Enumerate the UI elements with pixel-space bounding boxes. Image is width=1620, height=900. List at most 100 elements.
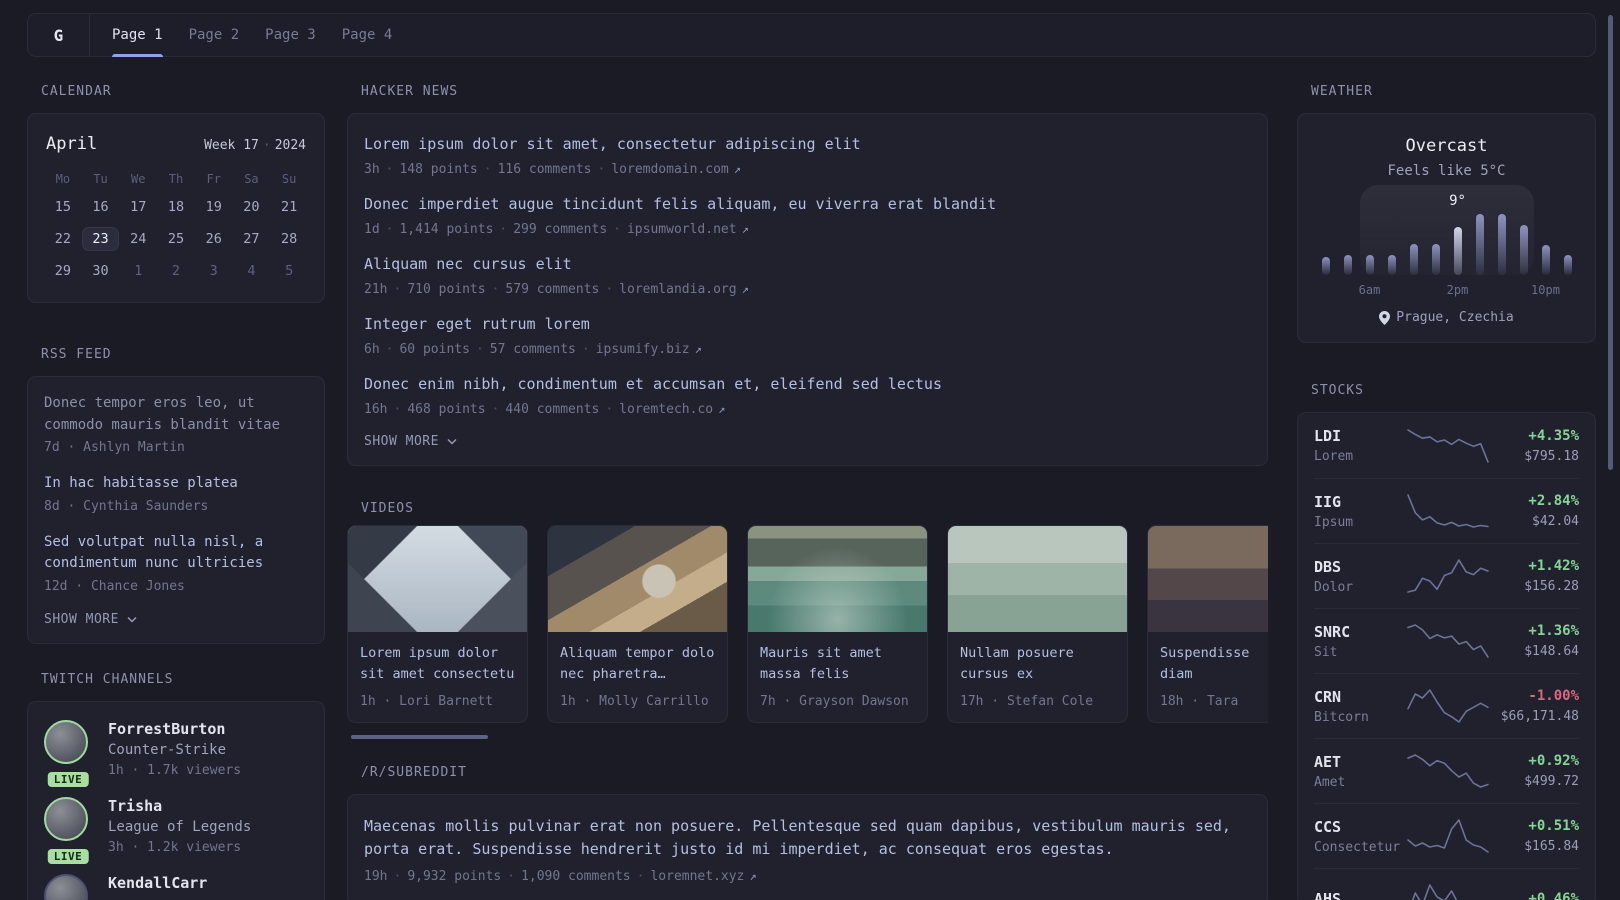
nav-tab-page-4[interactable]: Page 4 [342,14,393,56]
stock-symbol: AHS [1314,890,1342,900]
item-comments: 1,090 comments [521,869,631,884]
show-more-button[interactable]: SHOW MORE [44,612,308,627]
video-title: Lorem ipsum dolor [360,645,499,661]
stock-chart-cell [1406,493,1490,529]
item-comments: 299 comments [513,222,608,237]
stock-row[interactable]: AHS +0.46% [1314,868,1579,900]
avatar: LIVE [44,719,92,787]
stock-row[interactable]: SNRC Sit +1.36% $148.64 [1314,608,1579,673]
item-domain-link[interactable]: loremtech.co ↗ [619,402,725,417]
item-age: 6h [364,342,380,357]
nav-tab-page-3[interactable]: Page 3 [265,14,316,56]
stock-values: +0.92% $499.72 [1490,753,1579,789]
item-points: 9,932 points [407,869,502,884]
item-meta: 6h · 60 points · 57 comments · ipsumify.biz ↗ [364,341,1251,358]
rss-item-title[interactable]: In hac habitasse platea [44,473,308,495]
stock-id: AET Amet [1314,753,1406,790]
show-more-button[interactable]: SHOW MORE [364,434,1251,449]
hn-item-title[interactable]: Donec enim nibh, condimentum et accumsan… [364,374,1251,394]
item-comments: 579 comments [505,282,600,297]
dot-separator: · [483,162,492,177]
hn-item-title[interactable]: Lorem ipsum dolor sit amet, consectetur … [364,134,1251,154]
twitch-channel-row[interactable]: LIVE Trisha League of Legends 3h · 1.2k vie… [44,796,308,864]
stock-row[interactable]: IIG Ipsum +2.84% $42.04 [1314,478,1579,543]
item-domain-link[interactable]: loremlandia.org ↗ [619,282,749,297]
weather-bar [1387,255,1396,275]
calendar-day-selected: 23 [82,224,120,254]
item-meta: 1d · 1,414 points · 299 comments · ipsumworld.… [364,221,1251,238]
hn-item-title[interactable]: Donec imperdiet augue tincidunt felis al… [364,194,1251,214]
stock-values: -1.00% $66,171.48 [1490,688,1579,724]
channel-name[interactable]: Trisha [108,797,251,816]
rss-item-title[interactable]: Sed volutpat nulla nisl, a condimentum n… [44,532,308,575]
weather-bar [1343,255,1352,275]
item-domain: loremdomain.com [611,162,729,177]
app-logo: G [28,14,90,56]
calendar-day-number: 19 [205,199,222,215]
item-domain-link[interactable]: ipsumify.biz ↗ [596,342,702,357]
channel-game: League of Legends [108,818,252,835]
video-card[interactable]: Suspendisse diam 18h · Tara [1147,525,1268,723]
daylight-highlight-region [1359,185,1534,275]
reddit-post: Maecenas mollis pulvinar erat non posuer… [364,815,1251,885]
stock-price: $165.84 [1524,839,1579,854]
item-domain-link[interactable]: loremdomain.com ↗ [611,162,741,177]
channel-info: KendallCarr [108,874,207,900]
calendar-day: 20 [233,192,271,222]
stock-row[interactable]: DBS Dolor +1.42% $156.28 [1314,543,1579,608]
rss-item-title[interactable]: Donec tempor eros leo, ut commodo mauris… [44,393,308,436]
calendar-weekday: Mo [55,172,71,186]
video-card-body: Aliquam tempor dolor nec pharetra… 1h · Mo… [548,632,727,722]
stock-name: Lorem [1314,449,1354,464]
channel-name[interactable]: ForrestBurton [108,720,241,739]
stock-price: $499.72 [1524,774,1579,789]
page-vertical-scrollbar[interactable] [1608,15,1613,470]
video-thumbnail [548,526,727,632]
video-thumbnail [748,526,927,632]
channel-meta: 1h · 1.7k viewers [108,762,242,778]
stock-row[interactable]: LDI Lorem +4.35% $795.18 [1314,413,1579,478]
calendar-day: 30 [82,256,120,286]
weather-location: Prague, Czechia [1396,310,1514,325]
stock-chart-cell [1406,753,1490,789]
stock-id: AHS [1314,890,1406,900]
left-column: CALENDAR April Week 17 · 2024 Mo Tu We Th Fr Sa… [27,84,325,900]
twitch-channel-row[interactable]: KendallCarr [44,873,308,900]
hn-item-title[interactable]: Integer eget rutrum lorem [364,314,1251,334]
video-card[interactable]: Nullam posuere cursus ex 17h · Stefan Cole [947,525,1128,723]
stock-row[interactable]: AET Amet +0.92% $499.72 [1314,738,1579,803]
videos-horizontal-scrollbar[interactable] [351,735,488,739]
stock-name: Sit [1314,644,1338,660]
location-pin-icon [1379,310,1391,325]
stock-row[interactable]: CRN Bitcorn -1.00% $66,171.48 [1314,673,1579,738]
video-card[interactable]: Aliquam tempor dolor nec pharetra… 1h · Mo… [547,525,728,723]
twitch-channel-row[interactable]: LIVE ForrestBurton Counter-Strike 1h · 1.7k… [44,719,308,787]
hn-item-title[interactable]: Aliquam nec cursus elit [364,254,1251,274]
video-card[interactable]: Lorem ipsum dolor sit amet consectetu… 1h … [347,525,528,723]
live-badge: LIVE [47,848,89,864]
item-domain-link[interactable]: ipsumworld.net ↗ [627,222,749,237]
rss-section-title: RSS FEED [41,347,112,362]
nav-tab-page-1[interactable]: Page 1 [112,14,163,57]
calendar-day: 17 [119,192,157,222]
stock-change-percent: +1.36% [1528,623,1579,639]
stock-change-percent: +4.35% [1528,427,1579,444]
video-card[interactable]: Mauris sit amet massa felis 7h · Grayson D… [747,525,928,723]
stock-row[interactable]: CCS Consectetur +0.51% $165.84 [1314,803,1579,868]
rss-item: Donec tempor eros leo, ut commodo mauris… [44,393,308,455]
external-link-icon: ↗ [733,162,741,176]
calendar-day-number: 29 [54,263,71,279]
stock-symbol: CRN [1314,687,1342,706]
calendar-week-label: Week 17 [204,138,259,153]
nav-tab-page-2[interactable]: Page 2 [189,14,240,56]
external-link-icon: ↗ [741,222,749,236]
stock-chart-cell [1406,883,1490,900]
item-domain-link[interactable]: loremnet.xyz ↗ [650,869,756,884]
channel-name[interactable]: KendallCarr [108,874,207,893]
video-meta: 1h · Lori Barnett [360,694,494,709]
reddit-post-title[interactable]: Maecenas mollis pulvinar erat non posuer… [364,815,1244,861]
video-title: Suspendisse [1160,645,1250,661]
weather-bar [1497,214,1506,275]
live-badge: LIVE [47,771,89,787]
stock-sparkline [1407,559,1490,593]
